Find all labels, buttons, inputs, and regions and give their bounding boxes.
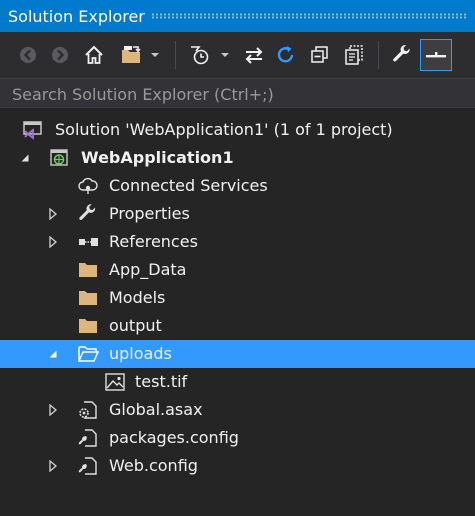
tree-item-label: Global.asax	[109, 400, 203, 419]
chevron-down-icon	[151, 53, 159, 57]
tree-item-properties[interactable]: Properties	[0, 200, 475, 228]
tree-item-project[interactable]: WebApplication1	[0, 144, 475, 172]
tree-item-label: WebApplication1	[81, 148, 234, 167]
collapse-arrow-icon[interactable]	[46, 340, 60, 368]
web-project-icon	[48, 148, 70, 168]
tree-item-label: App_Data	[109, 260, 187, 279]
tree-item-label: test.tif	[135, 372, 188, 391]
refresh-button[interactable]	[272, 40, 300, 70]
tree-item-global-asax[interactable]: Global.asax	[0, 396, 475, 424]
forward-icon	[52, 47, 68, 63]
window-title: Solution Explorer	[8, 6, 145, 26]
switch-views-button[interactable]	[117, 40, 145, 70]
tree-item-label: packages.config	[109, 428, 239, 447]
switch-views-dropdown[interactable]	[146, 40, 164, 70]
references-icon	[77, 232, 99, 252]
back-button[interactable]	[14, 40, 42, 70]
global-asax-file-icon	[77, 400, 99, 420]
config-file-icon	[77, 428, 99, 448]
preview-selected-items-button[interactable]	[420, 39, 452, 71]
tree-item-label: uploads	[109, 344, 172, 363]
image-file-icon	[104, 372, 126, 392]
forward-button[interactable]	[46, 40, 74, 70]
search-box[interactable]	[0, 78, 475, 108]
config-file-icon	[77, 456, 99, 476]
refresh-icon	[277, 46, 294, 63]
tree-item-app-data[interactable]: App_Data	[0, 256, 475, 284]
tree-item-label: Models	[109, 288, 166, 307]
folder-open-icon	[77, 344, 99, 364]
tree-item-models[interactable]: Models	[0, 284, 475, 312]
tree-item-packages-config[interactable]: packages.config	[0, 424, 475, 452]
chevron-down-icon	[221, 53, 229, 57]
expand-arrow-icon[interactable]	[46, 200, 60, 228]
tree-item-output[interactable]: output	[0, 312, 475, 340]
pending-changes-dropdown[interactable]	[216, 40, 234, 70]
collapse-all-button[interactable]	[306, 40, 334, 70]
title-bar: Solution Explorer	[0, 0, 475, 32]
collapse-all-icon	[311, 46, 328, 63]
toolbar	[0, 32, 475, 78]
expand-arrow-icon[interactable]	[46, 396, 60, 424]
home-button[interactable]	[80, 40, 108, 70]
preview-selected-items-icon	[426, 52, 446, 58]
sync-with-active-document-button[interactable]	[240, 40, 268, 70]
tree-item-test-tif[interactable]: test.tif	[0, 368, 475, 396]
back-icon	[20, 47, 36, 63]
show-all-files-button[interactable]	[340, 40, 368, 70]
tree-item-solution[interactable]: Solution 'WebApplication1' (1 of 1 proje…	[0, 116, 475, 144]
properties-wrench-icon	[393, 45, 410, 62]
title-bar-grip[interactable]	[150, 13, 467, 19]
wrench-icon	[77, 204, 99, 224]
toolbar-separator	[378, 41, 379, 69]
tree-item-label: Connected Services	[109, 176, 268, 195]
tree-item-label: output	[109, 316, 162, 335]
show-all-files-icon	[345, 45, 363, 65]
tree-item-label: Web.config	[109, 456, 198, 475]
solution-tree: Solution 'WebApplication1' (1 of 1 proje…	[0, 116, 475, 480]
cloud-services-icon	[77, 176, 99, 196]
collapse-arrow-icon[interactable]	[18, 144, 32, 172]
search-input[interactable]	[12, 84, 452, 104]
tree-item-label: References	[109, 232, 198, 251]
sync-view-icon	[122, 46, 141, 63]
expand-arrow-icon[interactable]	[46, 452, 60, 480]
pending-changes-filter-icon	[191, 46, 209, 65]
tree-item-uploads[interactable]: uploads	[0, 340, 475, 368]
pending-changes-filter-button[interactable]	[186, 40, 214, 70]
tree-item-label: Solution 'WebApplication1' (1 of 1 proje…	[55, 120, 393, 139]
folder-icon	[77, 316, 99, 336]
solution-icon	[22, 120, 44, 140]
sync-with-active-document-icon	[245, 47, 263, 64]
properties-button[interactable]	[388, 40, 416, 70]
toolbar-separator	[175, 41, 176, 69]
tree-item-connected-services[interactable]: Connected Services	[0, 172, 475, 200]
tree-item-label: Properties	[109, 204, 190, 223]
tree-item-references[interactable]: References	[0, 228, 475, 256]
home-icon	[85, 45, 103, 64]
folder-icon	[77, 288, 99, 308]
tree-item-web-config[interactable]: Web.config	[0, 452, 475, 480]
expand-arrow-icon[interactable]	[46, 228, 60, 256]
folder-icon	[77, 260, 99, 280]
